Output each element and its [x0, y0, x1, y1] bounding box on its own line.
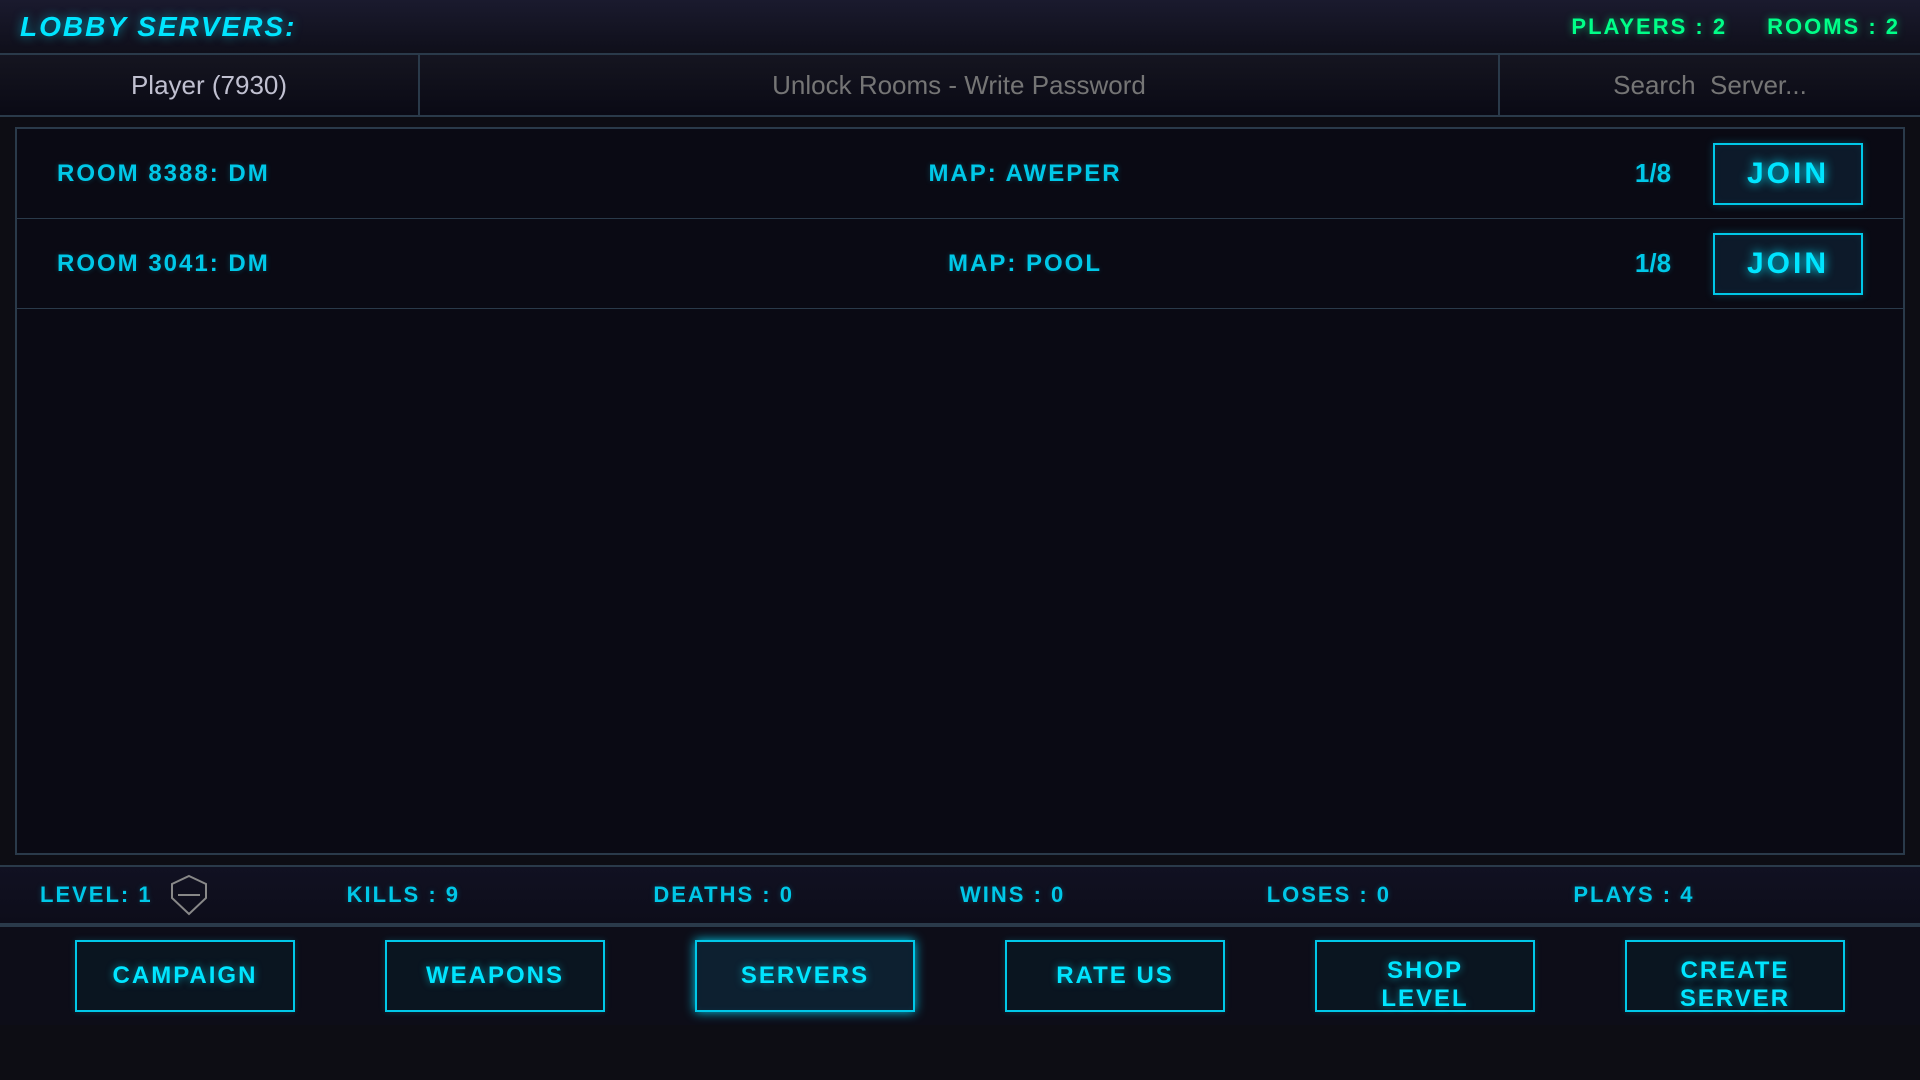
level-stat: LEVEL: 1: [40, 874, 347, 916]
kills-label: KILLS : 9: [347, 882, 460, 908]
deaths-label: DEATHS : 0: [653, 882, 794, 908]
wins-label: WINS : 0: [960, 882, 1065, 908]
players-count: PLAYERS : 2: [1571, 14, 1727, 40]
campaign-button[interactable]: CAMPAIGN: [75, 940, 295, 1012]
join-button-1[interactable]: JOIN: [1713, 143, 1863, 205]
level-label: LEVEL: 1: [40, 882, 153, 908]
servers-button[interactable]: SERVERS: [695, 940, 915, 1012]
player-name-input[interactable]: [0, 70, 418, 101]
password-input[interactable]: [420, 70, 1498, 101]
input-bar: [0, 55, 1920, 117]
rate-us-button[interactable]: RATE US: [1005, 940, 1225, 1012]
plays-stat: PLAYS : 4: [1573, 882, 1880, 908]
table-row[interactable]: ROOM 3041: DM MAP: POOL 1/8 JOIN: [17, 219, 1903, 309]
loses-stat: LOSES : 0: [1267, 882, 1574, 908]
deaths-stat: DEATHS : 0: [653, 882, 960, 908]
search-input[interactable]: [1500, 70, 1920, 101]
kills-stat: KILLS : 9: [347, 882, 654, 908]
room-map-2: MAP: POOL: [457, 250, 1593, 278]
player-name-box[interactable]: [0, 55, 420, 115]
create-server-button[interactable]: CREATE SERVER: [1625, 940, 1845, 1012]
room-players-1: 1/8: [1593, 158, 1713, 189]
top-right-stats: PLAYERS : 2 ROOMS : 2: [1571, 14, 1900, 40]
top-bar: LOBBY SERVERS: PLAYERS : 2 ROOMS : 2: [0, 0, 1920, 55]
lobby-title: LOBBY SERVERS:: [20, 11, 296, 43]
join-button-2[interactable]: JOIN: [1713, 233, 1863, 295]
rooms-count: ROOMS : 2: [1767, 14, 1900, 40]
plays-label: PLAYS : 4: [1573, 882, 1694, 908]
table-row[interactable]: ROOM 8388: DM MAP: AWEPER 1/8 JOIN: [17, 129, 1903, 219]
room-name-2: ROOM 3041: DM: [57, 250, 457, 278]
shop-level-button[interactable]: SHOP LEVEL: [1315, 940, 1535, 1012]
server-list: ROOM 8388: DM MAP: AWEPER 1/8 JOIN ROOM …: [15, 127, 1905, 855]
loses-label: LOSES : 0: [1267, 882, 1391, 908]
search-box[interactable]: [1500, 55, 1920, 115]
password-box[interactable]: [420, 55, 1500, 115]
room-name-1: ROOM 8388: DM: [57, 160, 457, 188]
bottom-nav: CAMPAIGN WEAPONS SERVERS RATE US SHOP LE…: [0, 925, 1920, 1025]
stats-bar: LEVEL: 1 KILLS : 9 DEATHS : 0 WINS : 0 L…: [0, 865, 1920, 925]
room-players-2: 1/8: [1593, 248, 1713, 279]
wins-stat: WINS : 0: [960, 882, 1267, 908]
shield-icon: [168, 874, 210, 916]
weapons-button[interactable]: WEAPONS: [385, 940, 605, 1012]
room-map-1: MAP: AWEPER: [457, 160, 1593, 188]
